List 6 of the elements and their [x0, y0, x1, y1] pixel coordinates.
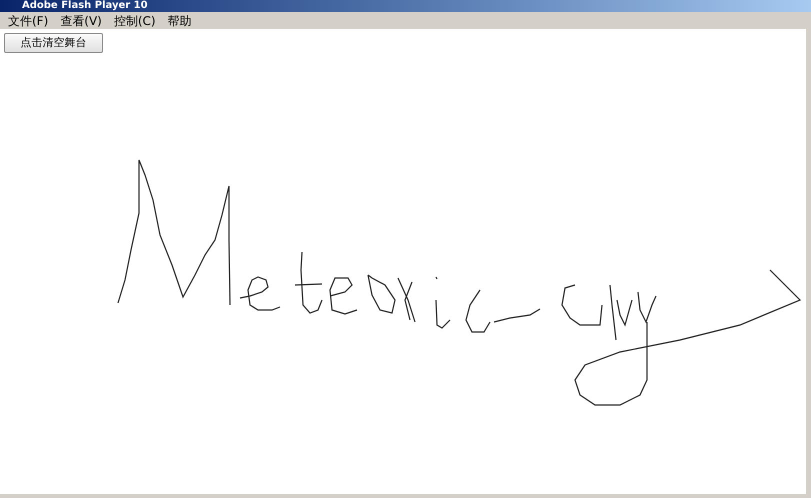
menu-item[interactable]: 控制(C)	[114, 14, 156, 26]
menu-item[interactable]: 帮助	[168, 14, 192, 26]
menu-item[interactable]: 文件(F)	[8, 14, 48, 26]
clear-stage-button[interactable]: 点击清空舞台	[4, 33, 103, 54]
window-title: Adobe Flash Player 10	[22, 0, 148, 12]
menu-item[interactable]: 查看(V)	[60, 14, 102, 26]
